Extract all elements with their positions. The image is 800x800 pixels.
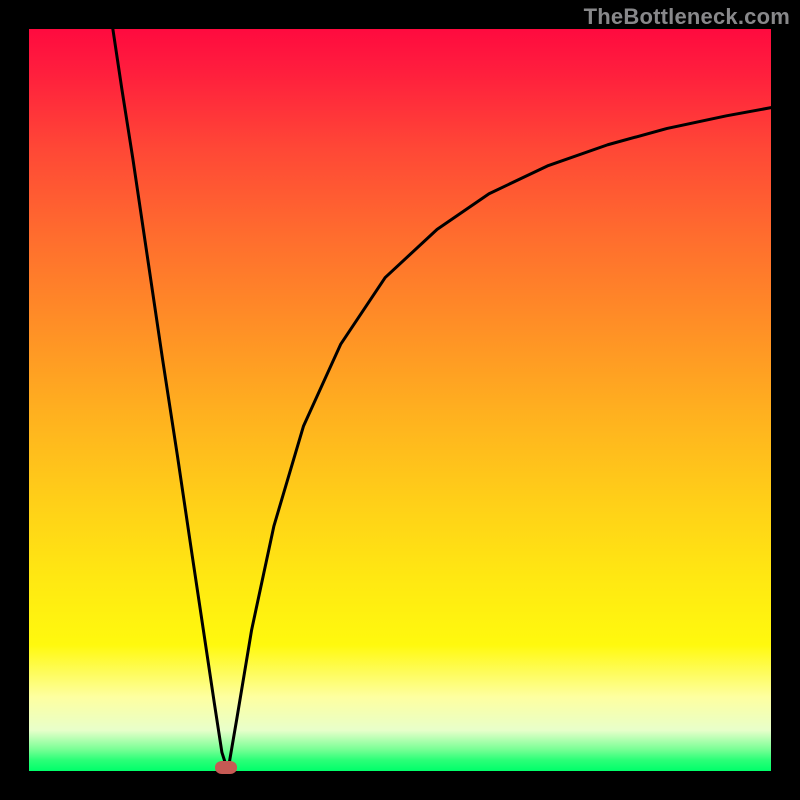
optimum-marker bbox=[215, 761, 237, 774]
chart-frame: TheBottleneck.com bbox=[0, 0, 800, 800]
curve-path bbox=[113, 29, 771, 771]
watermark-text: TheBottleneck.com bbox=[584, 4, 790, 30]
bottleneck-curve bbox=[29, 29, 771, 771]
plot-area bbox=[29, 29, 771, 771]
